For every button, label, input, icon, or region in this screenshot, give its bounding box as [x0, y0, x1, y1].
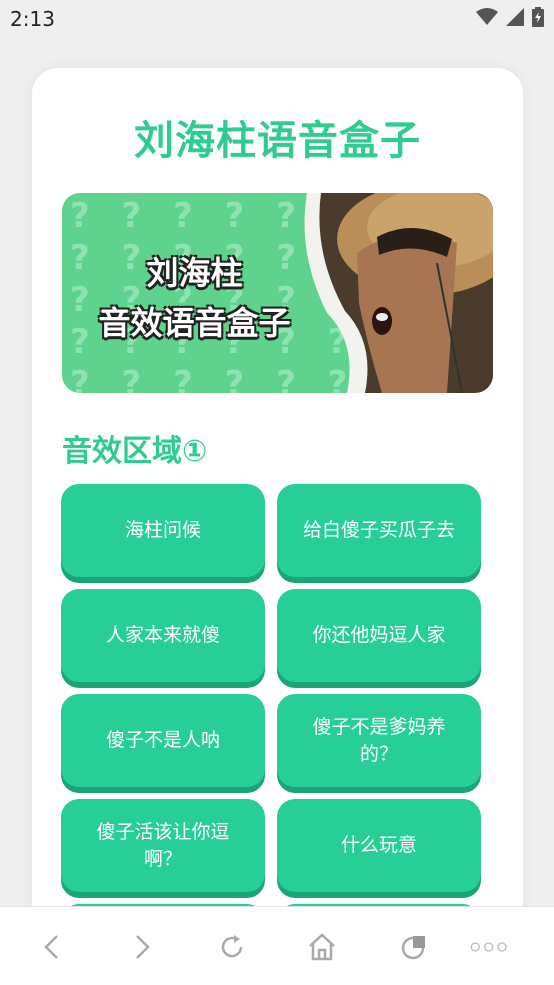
banner-portrait [304, 193, 493, 393]
sound-button-grid: 海柱问候 给白傻子买瓜子去 人家本来就傻 你还他妈逗人家 傻子不是人呐 傻子不是… [61, 484, 481, 948]
forward-icon[interactable] [122, 927, 162, 967]
refresh-icon[interactable] [212, 927, 252, 967]
banner-image: ? ? ? ? ? ? ? ? ? ? ? ? ? ? ? ? ? ? ? ? … [62, 193, 493, 393]
signal-icon [506, 8, 524, 30]
sound-button[interactable]: 傻子不是爹妈养的？ [277, 694, 481, 787]
battery-icon [532, 7, 544, 31]
status-time: 2:13 [10, 7, 55, 31]
banner-title: 刘海柱 [146, 254, 243, 292]
page-title: 刘海柱语音盒子 [134, 118, 421, 164]
sound-button[interactable]: 傻子不是人呐 [61, 694, 265, 787]
menu-icon[interactable] [470, 927, 510, 967]
sound-button[interactable]: 人家本来就傻 [61, 589, 265, 682]
sound-button[interactable]: 海柱问候 [61, 484, 265, 577]
bottom-nav-bar [0, 906, 554, 985]
sound-button[interactable]: 傻子活该让你逗啊？ [61, 799, 265, 892]
sound-button[interactable]: 你还他妈逗人家 [277, 589, 481, 682]
back-icon[interactable] [32, 927, 72, 967]
main-card: 刘海柱语音盒子 ? ? ? ? ? ? ? ? ? ? ? ? ? ? ? ? … [32, 68, 523, 948]
sound-button[interactable]: 给白傻子买瓜子去 [277, 484, 481, 577]
tabs-icon[interactable] [394, 927, 434, 967]
home-icon[interactable] [302, 927, 342, 967]
sound-button[interactable]: 什么玩意 [277, 799, 481, 892]
banner-subtitle: 音效语音盒子 [98, 304, 291, 342]
wifi-icon [476, 8, 498, 30]
section-title: 音效区域① [62, 434, 208, 469]
status-icons [476, 7, 544, 31]
status-bar: 2:13 [0, 0, 554, 38]
